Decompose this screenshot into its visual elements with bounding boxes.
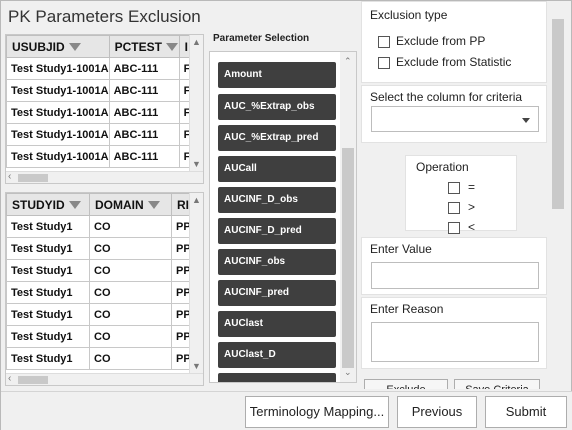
table-header-row: STUDYID DOMAIN RI xyxy=(6,193,192,216)
operation-equals-checkbox[interactable] xyxy=(448,182,460,194)
filter-icon[interactable] xyxy=(68,43,81,52)
operation-greater-label: > xyxy=(468,200,476,214)
domain-grid[interactable]: STUDYID DOMAIN RI Test Study1 CO PP Test S… xyxy=(5,192,204,386)
enter-reason-label: Enter Reason xyxy=(370,302,444,316)
operation-less-label: < xyxy=(468,220,476,234)
operation-group: Operation = > < xyxy=(405,155,517,234)
horizontal-scrollbar[interactable]: ‹ xyxy=(6,373,203,385)
save-criteria-button[interactable]: Save Criteria xyxy=(454,379,540,389)
enter-value-section: Enter Value xyxy=(361,237,547,295)
table-row[interactable]: Test Study1-1001A ABC-111 F xyxy=(6,145,194,168)
submit-button[interactable]: Submit xyxy=(485,396,567,428)
scroll-down-icon[interactable]: ▼ xyxy=(192,361,201,371)
table-row[interactable]: Test Study1-1001A ABC-111 F xyxy=(6,123,194,146)
horizontal-scrollbar[interactable]: ‹ xyxy=(6,171,203,183)
scroll-thumb[interactable] xyxy=(18,174,48,182)
table-row[interactable]: Test Study1-1001A ABC-111 F xyxy=(6,57,194,80)
column-header-usubjid[interactable]: USUBJID xyxy=(6,35,110,58)
parameter-item[interactable]: AUCINF_pred xyxy=(218,280,336,306)
scroll-down-icon[interactable]: ▼ xyxy=(192,159,201,169)
parameter-item[interactable]: AUClast xyxy=(218,311,336,337)
column-criteria-label: Select the column for criteria xyxy=(370,90,523,104)
column-header-pctest[interactable]: PCTEST xyxy=(108,35,180,58)
scroll-thumb[interactable] xyxy=(552,19,564,209)
exclude-pp-label[interactable]: Exclude from PP xyxy=(396,34,485,48)
parameter-list[interactable]: Amount AUC_%Extrap_obs AUC_%Extrap_pred … xyxy=(209,51,357,383)
scroll-up-icon[interactable]: ▲ xyxy=(192,37,201,47)
filter-icon[interactable] xyxy=(165,43,178,52)
scroll-left-icon[interactable]: ‹ xyxy=(8,373,11,384)
table-row[interactable]: Test Study1 CO PP xyxy=(6,347,192,370)
table-row[interactable]: Test Study1 CO PP xyxy=(6,281,192,304)
operation-less-checkbox[interactable] xyxy=(448,222,460,234)
exclusion-type-label: Exclusion type xyxy=(370,8,448,22)
parameter-item-partial[interactable] xyxy=(218,373,336,382)
operation-area: Operation = > < xyxy=(361,145,547,235)
right-panel-scrollbar[interactable] xyxy=(550,15,566,390)
previous-button[interactable]: Previous xyxy=(397,396,477,428)
table-row[interactable]: Test Study1-1001A ABC-111 F xyxy=(6,101,194,124)
column-header-domain[interactable]: DOMAIN xyxy=(89,193,172,216)
parameter-scrollbar[interactable]: ⌃ ⌄ xyxy=(340,52,356,382)
exclude-statistic-checkbox[interactable] xyxy=(378,57,390,69)
scroll-down-icon[interactable]: ⌄ xyxy=(344,367,352,378)
operation-greater-checkbox[interactable] xyxy=(448,202,460,214)
parameter-selection-panel: Parameter Selection Amount AUC_%Extrap_o… xyxy=(209,27,357,383)
parameter-item[interactable]: AUC_%Extrap_pred xyxy=(218,125,336,151)
chevron-down-icon[interactable] xyxy=(522,118,530,123)
column-header-studyid[interactable]: STUDYID xyxy=(6,193,90,216)
subject-grid[interactable]: USUBJID PCTEST I Test Study1-1001A ABC-11… xyxy=(5,34,204,184)
exclusion-settings-panel: Exclusion type Exclude from PP Exclude f… xyxy=(361,1,549,389)
parameter-item[interactable]: AUCINF_D_pred xyxy=(218,218,336,244)
scroll-up-icon[interactable]: ▲ xyxy=(192,195,201,205)
enter-value-label: Enter Value xyxy=(370,242,432,256)
parameter-selection-label: Parameter Selection xyxy=(213,33,310,44)
parameter-item[interactable]: AUC_%Extrap_obs xyxy=(218,94,336,120)
exclude-button[interactable]: Exclude xyxy=(364,379,448,389)
table-header-row: USUBJID PCTEST I xyxy=(6,35,194,58)
table-row[interactable]: Test Study1-1001A ABC-111 F xyxy=(6,79,194,102)
enter-value-input[interactable] xyxy=(371,262,539,289)
pk-exclusion-window: PK Parameters Exclusion USUBJID PCTEST I… xyxy=(0,0,572,430)
table-row[interactable]: Test Study1 CO PP xyxy=(6,259,192,282)
table-row[interactable]: Test Study1 CO PP xyxy=(6,237,192,260)
page-title: PK Parameters Exclusion xyxy=(8,7,201,26)
exclude-statistic-label[interactable]: Exclude from Statistic xyxy=(396,55,511,69)
operation-label: Operation xyxy=(416,160,469,174)
operation-equals-label: = xyxy=(468,180,476,194)
scroll-left-icon[interactable]: ‹ xyxy=(8,171,11,182)
parameter-item[interactable]: AUCINF_obs xyxy=(218,249,336,275)
table-row[interactable]: Test Study1 CO PP xyxy=(6,215,192,238)
domain-table: STUDYID DOMAIN RI Test Study1 CO PP Test S… xyxy=(6,193,192,370)
parameter-item[interactable]: Amount xyxy=(218,62,336,88)
footer-bar: Terminology Mapping... Previous Submit xyxy=(1,391,572,430)
vertical-scrollbar[interactable]: ▲ ▼ xyxy=(189,35,203,183)
filter-icon[interactable] xyxy=(147,201,160,210)
exclusion-type-section: Exclusion type Exclude from PP Exclude f… xyxy=(361,1,547,83)
scroll-up-icon[interactable]: ⌃ xyxy=(344,56,352,67)
enter-reason-section: Enter Reason xyxy=(361,297,547,369)
terminology-mapping-button[interactable]: Terminology Mapping... xyxy=(245,396,389,428)
vertical-scrollbar[interactable]: ▲ ▼ xyxy=(189,193,203,385)
exclude-pp-checkbox[interactable] xyxy=(378,36,390,48)
parameter-item[interactable]: AUClast_D xyxy=(218,342,336,368)
scroll-thumb[interactable] xyxy=(18,376,48,384)
enter-reason-input[interactable] xyxy=(371,322,539,362)
parameter-item[interactable]: AUCall xyxy=(218,156,336,182)
parameter-item[interactable]: AUCINF_D_obs xyxy=(218,187,336,213)
table-row[interactable]: Test Study1 CO PP xyxy=(6,325,192,348)
column-criteria-dropdown[interactable] xyxy=(371,106,539,132)
filter-icon[interactable] xyxy=(68,201,81,210)
subject-table: USUBJID PCTEST I Test Study1-1001A ABC-11… xyxy=(6,35,194,168)
table-row[interactable]: Test Study1 CO PP xyxy=(6,303,192,326)
scroll-thumb[interactable] xyxy=(342,148,354,368)
